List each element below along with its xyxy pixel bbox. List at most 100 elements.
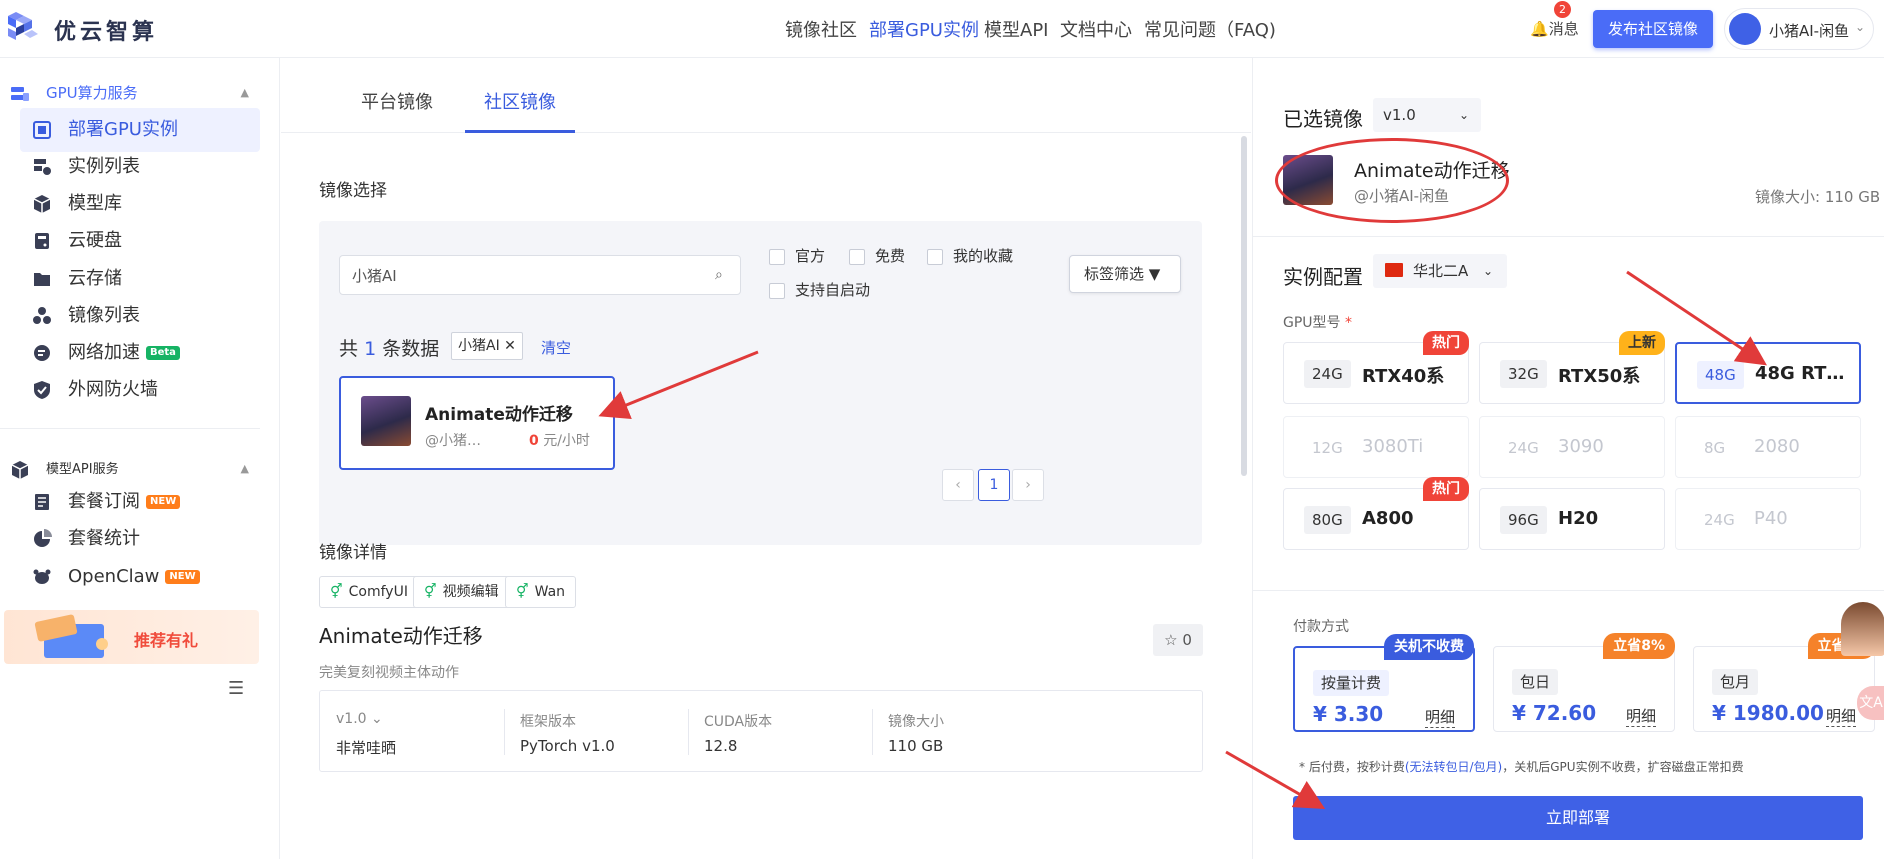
deploy-now-button[interactable]: 立即部署 [1293,796,1863,840]
cube-icon [33,195,51,213]
payment-name: 包月 [1712,669,1759,695]
config-panel: 已选镜像 v1.0 ⌄ Animate动作迁移 @小猪AI-闲鱼 镜像大小: 11… [1252,58,1884,859]
favorite-button[interactable]: ☆ 0 [1153,624,1203,656]
messages-link[interactable]: 🔔消息 [1530,18,1579,39]
avatar [1729,13,1761,45]
filter-label: 标签筛选 [1084,265,1145,283]
gpu-memory: 24G [1508,439,1539,457]
cuda-label: CUDA版本 [704,714,773,730]
sidebar-section-gpu[interactable]: GPU算力服务 [10,82,138,104]
nav-faq[interactable]: 常见问题（FAQ) [1144,16,1276,42]
checkbox-autostart[interactable]: 支持自启动 [769,279,870,300]
tag-wan[interactable]: ⚥ Wan [505,576,577,608]
payment-detail-link[interactable]: 明细 [1625,705,1656,727]
gpu-option[interactable]: 32G RTX50系 上新 [1479,331,1665,404]
payment-option[interactable]: 包日 ¥ 72.60 明细 立省8% [1493,633,1675,732]
tag-comfyui[interactable]: ⚥ ComfyUI [319,576,419,608]
payment-detail-link[interactable]: 明细 [1825,705,1856,727]
translate-icon[interactable]: 文A [1857,686,1884,720]
clear-filter-link[interactable]: 清空 [541,337,571,358]
gpu-option[interactable]: 80G A800 热门 [1283,477,1469,550]
gpu-name: 2080 [1754,436,1800,457]
sidebar-item-label: 部署GPU实例 [68,119,178,140]
bell-icon: 🔔 [1530,20,1549,38]
size-label: 镜像大小 [888,714,944,730]
collapse-up-icon[interactable]: ▲ [241,86,249,99]
nav-deploy-gpu[interactable]: 部署GPU实例 [869,16,979,42]
folder-icon [34,273,50,286]
version-value: 非常哇晒 [336,739,397,757]
logo-icon[interactable] [6,10,40,44]
sidebar-section-api[interactable]: 模型API服务 [10,458,119,480]
sidebar-section-label: GPU算力服务 [46,84,138,102]
gpu-name: RTX40系 [1362,366,1445,387]
selected-image-heading: 已选镜像 [1283,107,1363,131]
tab-platform-images[interactable]: 平台镜像 [361,88,433,114]
checkbox-free[interactable]: 免费 [849,245,905,266]
checkbox-box[interactable] [769,282,785,299]
search-input[interactable] [339,255,741,295]
payment-detail-link[interactable]: 明细 [1424,706,1455,728]
gpu-option: 24G P40 [1675,488,1861,550]
next-page-button[interactable]: › [1012,469,1044,501]
gpu-option: 8G 2080 [1675,416,1861,478]
tag-label: 视频编辑 [442,584,499,600]
collapse-up-icon[interactable]: ▲ [241,462,249,475]
server-icon [11,86,29,101]
checkbox-label: 官方 [795,247,826,265]
tab-community-images[interactable]: 社区镜像 [484,88,556,114]
chevron-down-icon: ⌄ [1854,20,1865,34]
checkbox-box[interactable] [849,248,865,265]
checkbox-box[interactable] [769,248,785,265]
version-dropdown[interactable]: v1.0 ⌄ [1373,98,1481,132]
gpu-memory: 8G [1704,439,1726,457]
payment-badge: 关机不收费 [1384,634,1474,660]
sidebar-item-firewall[interactable]: 外网防火墙 [20,368,260,412]
region-value: 华北二A [1413,262,1469,280]
spec-divider [504,709,505,755]
gpu-option[interactable]: 96G H20 [1479,488,1665,550]
gpu-name: 48G RT… [1755,363,1845,384]
checkbox-official[interactable]: 官方 [769,245,825,266]
image-card[interactable]: Animate动作迁移 @小猪… 0 元/小时 [339,376,615,470]
page-number-button[interactable]: 1 [978,469,1010,501]
version-select[interactable]: v1.0 ⌄ [336,711,383,727]
selected-image-size: 镜像大小: 110 GB [1755,188,1881,206]
checkbox-favorites[interactable]: 我的收藏 [927,245,1013,266]
main-scrollbar[interactable] [1241,136,1247,476]
publish-image-button[interactable]: 发布社区镜像 [1593,10,1713,48]
nav-docs[interactable]: 文档中心 [1060,16,1132,42]
sidebar-item-openclaw[interactable]: OpenClaw NEW [20,555,260,599]
assistant-avatar-icon[interactable] [1841,602,1884,656]
sidebar-item-label: 外网防火墙 [68,379,158,400]
referral-promo-banner[interactable]: 推荐有礼 [4,610,259,664]
brand-name[interactable]: 优云智算 [54,14,158,46]
user-menu[interactable]: 小猪AI-闲鱼 ⌄ [1724,8,1874,50]
gpu-name: A800 [1362,508,1414,529]
gpu-option[interactable]: 48G 48G RT… [1675,342,1861,404]
payment-option[interactable]: 包月¥ 1980.00明细立省17 [1693,633,1875,732]
note-highlight: (无法转包日/包月) [1404,760,1503,774]
nav-model-api[interactable]: 模型API [984,16,1048,42]
checkbox-box[interactable] [927,248,943,265]
collapse-sidebar-icon[interactable]: ☰ [228,678,244,699]
prev-page-button[interactable]: ‹ [942,469,974,501]
nav-mirror-community[interactable]: 镜像社区 [785,16,857,42]
detail-title: Animate动作迁移 [319,624,483,648]
price-unit: 元/小时 [543,433,590,449]
close-icon[interactable]: ✕ [504,338,516,354]
sidebar-item-label: 网络加速 [68,342,140,363]
payment-option[interactable]: 按量计费 ¥ 3.30 明细 关机不收费 [1293,634,1475,732]
sidebar: GPU算力服务 ▲ 部署GPU实例 实例列表 模型库 云硬盘 云存储 镜像列表 … [0,58,280,859]
spec-table: v1.0 ⌄ 非常哇晒 框架版本 PyTorch v1.0 CUDA版本 12.… [319,690,1203,772]
region-dropdown[interactable]: 华北二A ⌄ [1373,254,1507,288]
image-thumbnail [361,396,411,446]
search-icon[interactable]: ⌕ [715,267,723,283]
list-icon [34,159,51,175]
gpu-option[interactable]: 24G RTX40系 热门 [1283,331,1469,404]
gpu-option: 24G 3090 [1479,416,1665,478]
china-flag-icon [1385,263,1403,277]
count-suffix: 条数据 [382,338,440,360]
tag-filter-button[interactable]: 标签筛选 ▼ [1069,255,1181,293]
tag-video-edit[interactable]: ⚥ 视频编辑 [413,576,510,608]
